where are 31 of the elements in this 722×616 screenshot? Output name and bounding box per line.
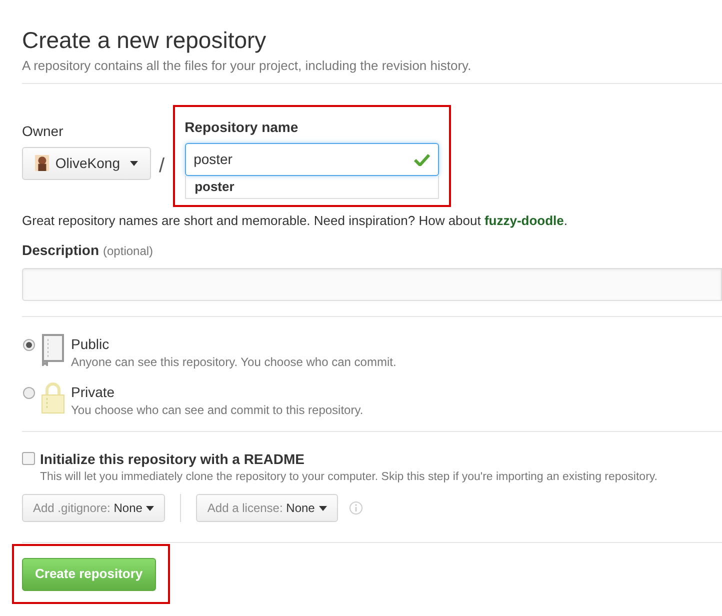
info-icon[interactable]: [348, 501, 363, 515]
optional-note: (optional): [103, 243, 154, 260]
owner-label: Owner: [22, 122, 64, 140]
readme-description: This will let you immediately clone the repository to your computer. Skip this step if you're importing an existing repository.: [40, 470, 658, 485]
gitignore-select[interactable]: Add .gitignore: None: [22, 494, 166, 522]
readme-checkbox[interactable]: [22, 452, 35, 465]
radio-button[interactable]: [23, 339, 35, 351]
visibility-description: Anyone can see this repository. You choose who can commit.: [71, 354, 396, 370]
readme-label: Initialize this repository with a README: [40, 450, 306, 469]
license-select[interactable]: Add a license: None: [196, 494, 338, 522]
caret-icon: [318, 506, 327, 510]
visibility-title: Public: [71, 335, 110, 354]
page-title: Create a new repository: [22, 26, 268, 54]
description-label: Description: [22, 241, 100, 260]
path-separator: /: [159, 154, 165, 178]
page-subtitle: A repository contains all the files for your project, including the revision history.: [22, 57, 472, 75]
repository-name-field[interactable]: poster: [184, 142, 439, 176]
repository-name-label: Repository name: [184, 118, 300, 136]
lock-icon: [41, 382, 65, 414]
caret-icon: [146, 506, 154, 510]
caret-icon: [130, 160, 138, 166]
book-icon: [41, 334, 65, 366]
visibility-title: Private: [71, 383, 116, 402]
description-field[interactable]: [22, 268, 722, 301]
radio-button[interactable]: [23, 387, 35, 399]
hint-text: Great repository names are short and memorable. Need inspiration? How about fuzzy-doodle.: [22, 212, 569, 230]
owner-select[interactable]: OliveKong: [22, 146, 151, 180]
suggestion-link[interactable]: fuzzy-doodle: [484, 212, 564, 228]
visibility-description: You choose who can see and commit to this repository.: [71, 402, 364, 418]
avatar-icon: [35, 153, 50, 173]
suggestion-item[interactable]: poster: [186, 176, 438, 198]
